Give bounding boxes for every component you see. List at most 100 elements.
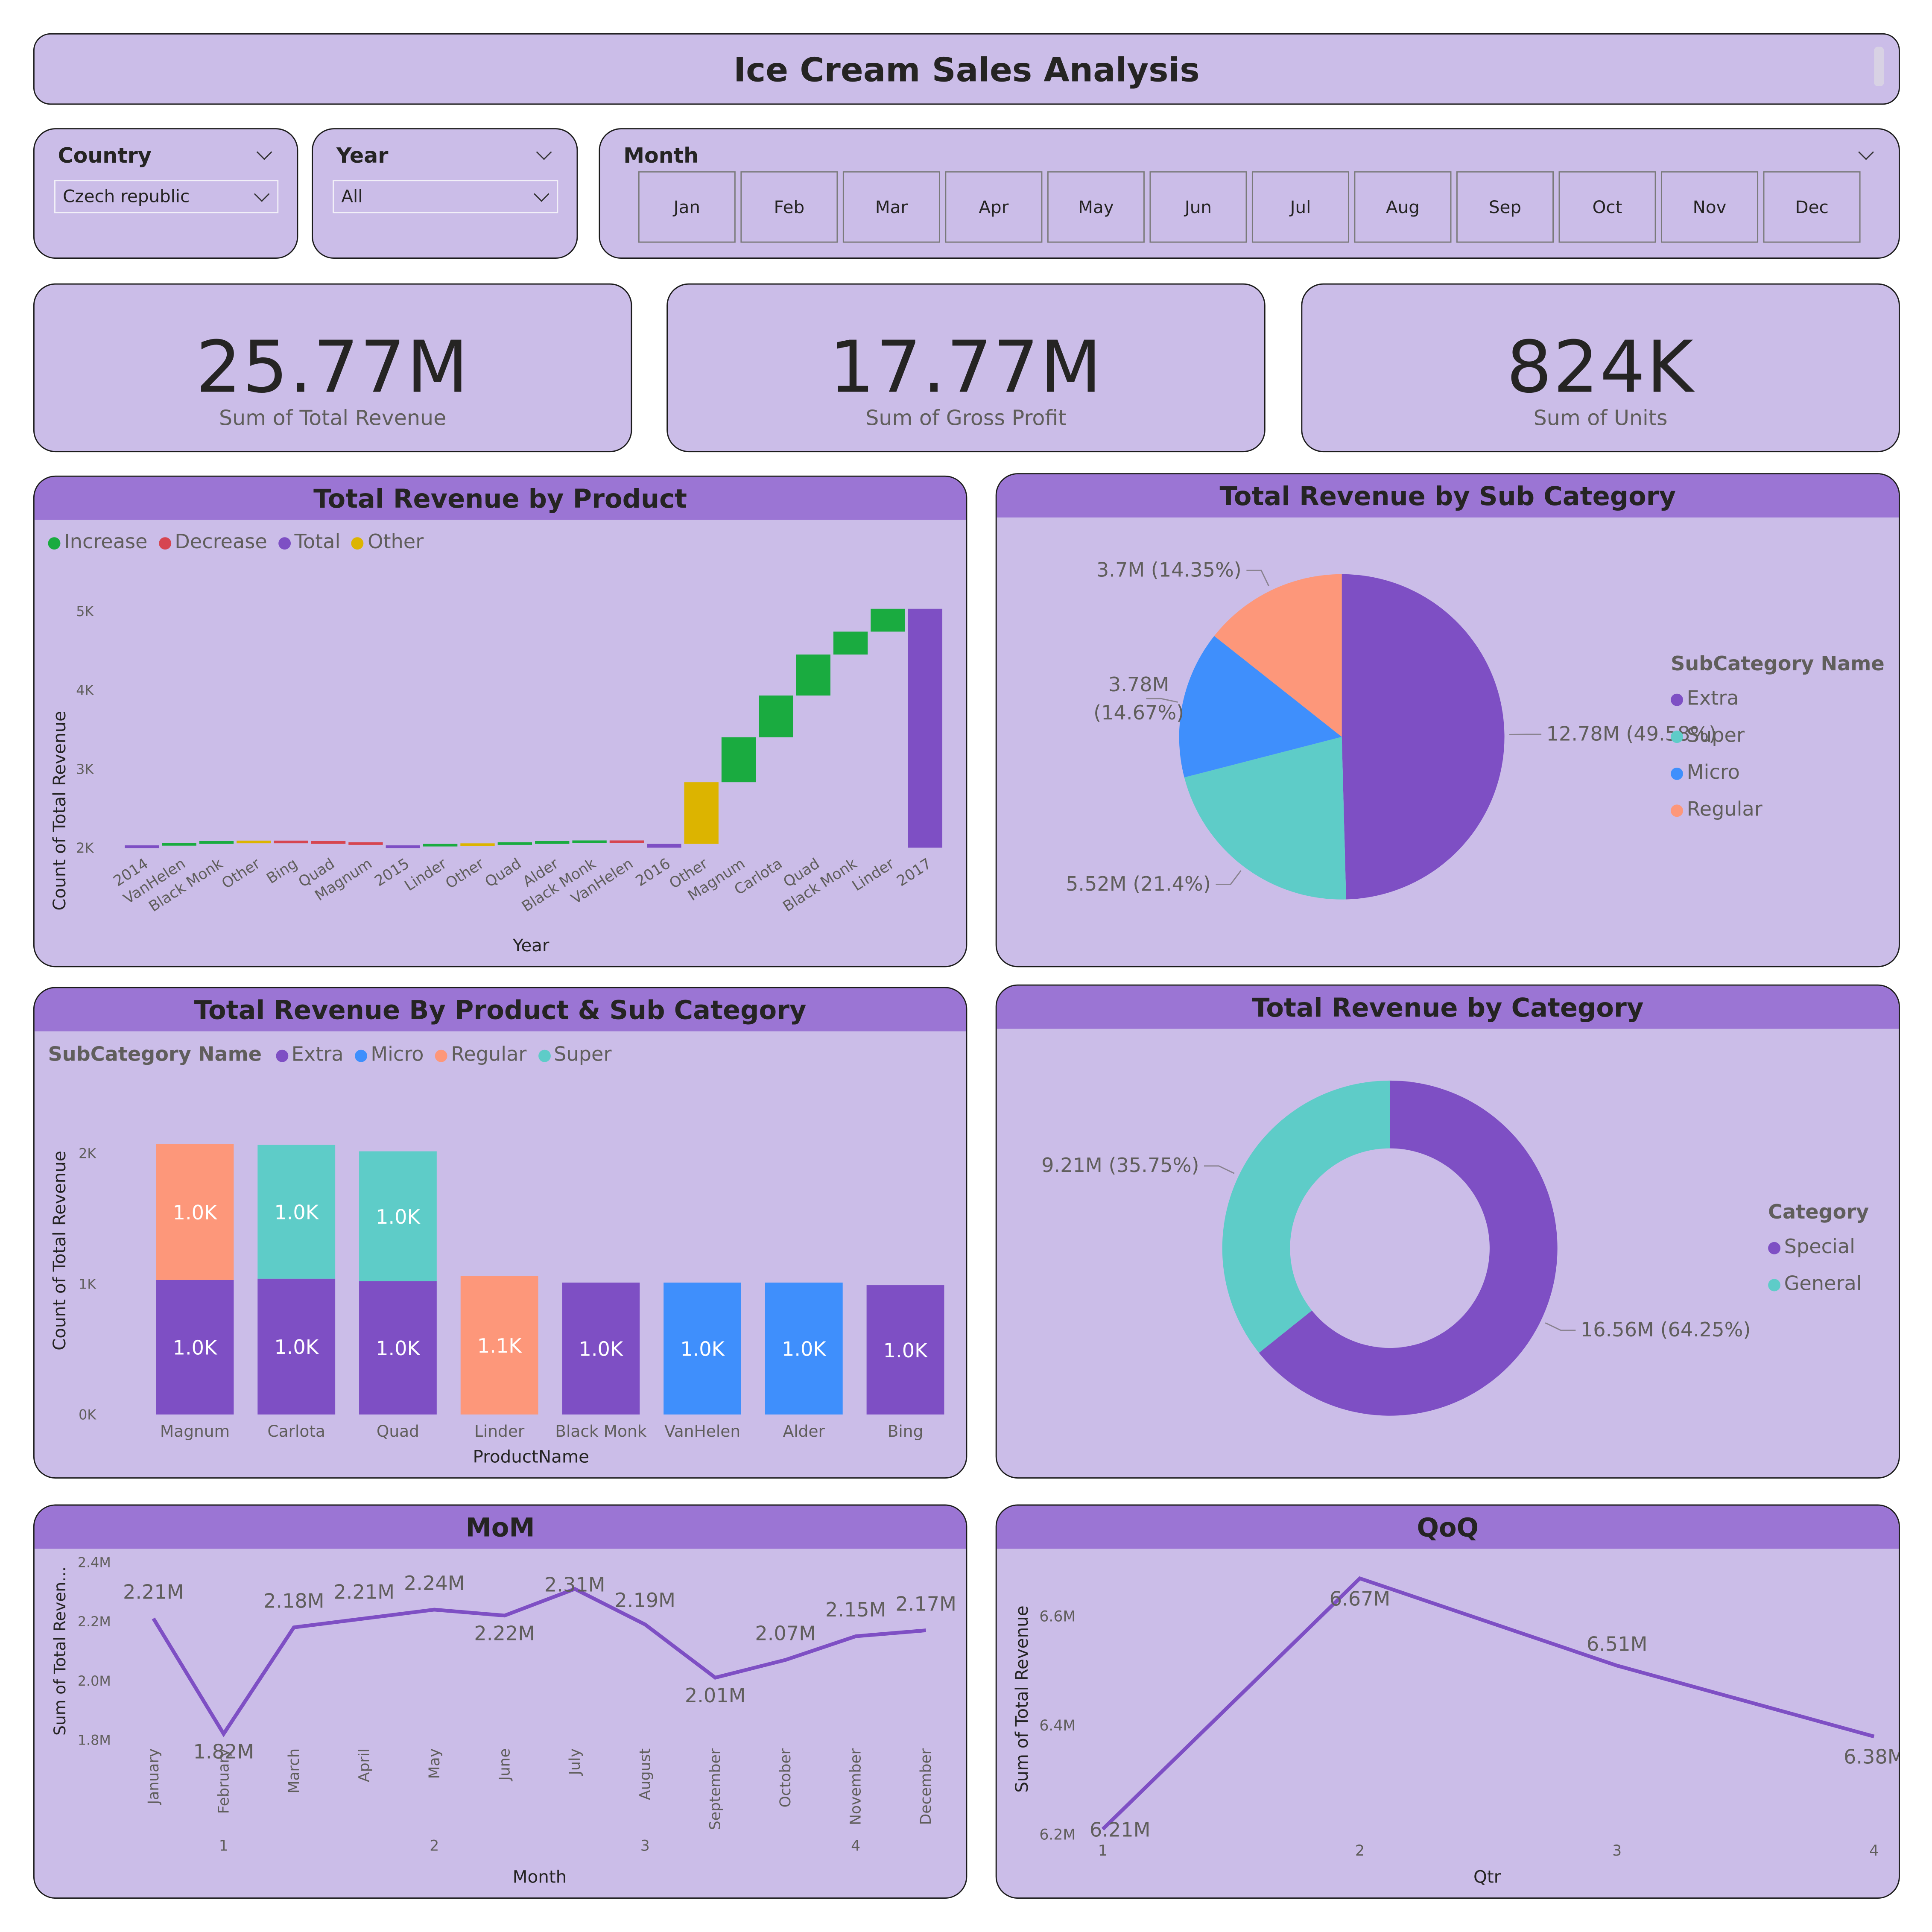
country-dropdown[interactable]: Czech republic — [54, 180, 279, 213]
data-label: 6.38M — [1844, 1745, 1900, 1768]
legend-item-special[interactable]: Special — [1768, 1228, 1869, 1266]
waterfall-bar — [833, 631, 868, 655]
data-label: 1.0K — [274, 1201, 319, 1224]
data-label: 2.21M — [123, 1581, 184, 1604]
kpi-card-gross-profit: 17.77M Sum of Gross Profit — [666, 283, 1266, 453]
y-tick-label: 6.6M — [1039, 1608, 1076, 1625]
x-tick-label: Carlota — [267, 1422, 325, 1441]
dashboard: Ice Cream Sales Analysis Country Czech r… — [0, 0, 1932, 1932]
legend-title: SubCategory Name — [1671, 652, 1885, 675]
waterfall-bar — [125, 845, 159, 848]
waterfall-bar — [237, 840, 271, 844]
category-donut-card: Total Revenue by Category 16.56M (64.25%… — [995, 984, 1900, 1479]
data-label: 2.31M — [544, 1573, 605, 1596]
month-button-jun[interactable]: Jun — [1149, 171, 1247, 243]
qoq-line-card: QoQ Sum of Total Revenue Qtr 6.2M 6.4M 6.6… — [995, 1504, 1900, 1899]
legend-item-super[interactable]: Super — [1671, 717, 1885, 754]
data-label: 2.19M — [614, 1589, 675, 1612]
quarter-label: 3 — [640, 1837, 650, 1854]
x-tick-label: August — [637, 1748, 654, 1800]
month-button-may[interactable]: May — [1047, 171, 1145, 243]
month-slicer: Month Jan Feb Mar Apr May Jun Jul Aug Se… — [599, 128, 1900, 259]
x-tick-label: Linder — [402, 855, 450, 894]
mom-line-plot[interactable]: Sum of Total Reven... Month 1.8M 2.0M 2.2M… — [35, 1505, 967, 1899]
data-label: 9.21M (35.75%) — [1041, 1154, 1199, 1177]
y-tick-label: 4K — [76, 683, 94, 699]
x-tick-label: Linder — [849, 855, 897, 894]
kpi-label: Sum of Units — [1533, 406, 1668, 432]
legend-item-general[interactable]: General — [1768, 1266, 1869, 1303]
year-slicer-title: Year — [336, 144, 389, 169]
month-button-aug[interactable]: Aug — [1354, 171, 1452, 243]
x-tick-label: Bing — [263, 855, 301, 888]
year-dropdown[interactable]: All — [333, 180, 558, 213]
category-donut-plot[interactable]: 16.56M (64.25%) 9.21M (35.75%) — [997, 986, 1900, 1479]
month-button-dec[interactable]: Dec — [1763, 171, 1861, 243]
data-label: 3.78M — [1108, 673, 1169, 696]
month-button-oct[interactable]: Oct — [1558, 171, 1656, 243]
stacked-bar-card: Total Revenue By Product & Sub Category … — [33, 987, 967, 1479]
qoq-line-plot[interactable]: Sum of Total Revenue Qtr 6.2M 6.4M 6.6M 6.2… — [997, 1505, 1900, 1899]
subcategory-pie-card: Total Revenue by Sub Category 12.78M (49… — [995, 473, 1900, 967]
waterfall-bar — [684, 782, 719, 844]
x-tick-label: May — [426, 1748, 443, 1779]
pie-slice-extra — [1342, 574, 1505, 900]
kpi-value: 25.77M — [196, 325, 470, 409]
x-tick-label: 3 — [1612, 1842, 1622, 1859]
waterfall-bar — [274, 840, 308, 844]
legend-title: Category — [1768, 1200, 1869, 1224]
x-tick-label: 2 — [1355, 1842, 1365, 1859]
x-axis-title: Year — [512, 935, 549, 956]
waterfall-bar — [796, 654, 830, 696]
x-tick-label: 2016 — [633, 855, 674, 890]
y-tick-label: 5K — [76, 604, 94, 620]
y-tick-label: 6.2M — [1039, 1826, 1076, 1843]
month-button-feb[interactable]: Feb — [740, 171, 838, 243]
scroll-handle[interactable] — [1874, 47, 1884, 87]
waterfall-bar — [386, 845, 420, 848]
chevron-down-icon[interactable] — [1858, 144, 1874, 160]
x-tick-label: February — [215, 1748, 232, 1814]
data-label: 1.0K — [579, 1338, 624, 1361]
month-button-apr[interactable]: Apr — [945, 171, 1043, 243]
legend-item-micro[interactable]: Micro — [1671, 754, 1885, 791]
waterfall-bar — [199, 841, 234, 844]
waterfall-plot[interactable]: Count of Total Revenue Year 2K3K4K5K2014… — [35, 477, 967, 967]
month-button-sep[interactable]: Sep — [1456, 171, 1554, 243]
legend-item-extra[interactable]: Extra — [1671, 680, 1885, 717]
x-axis-title: ProductName — [473, 1446, 590, 1467]
country-slicer-title: Country — [58, 144, 152, 169]
stacked-bar-plot[interactable]: Count of Total Revenue ProductName 0K 1K 2… — [35, 988, 967, 1479]
waterfall-bar — [162, 843, 196, 846]
data-label: 2.18M — [263, 1589, 324, 1612]
x-tick-label: March — [286, 1748, 303, 1794]
month-button-jul[interactable]: Jul — [1251, 171, 1349, 243]
data-label: 2.17M — [895, 1592, 956, 1615]
x-tick-label: 2017 — [894, 855, 935, 890]
data-label: 2.01M — [685, 1684, 746, 1707]
x-tick-label: October — [777, 1748, 794, 1807]
waterfall-bar — [721, 737, 756, 783]
y-tick-label: 2.4M — [78, 1555, 111, 1571]
kpi-label: Sum of Total Revenue — [219, 406, 447, 432]
month-button-jan[interactable]: Jan — [638, 171, 736, 243]
series-line — [1101, 1576, 1875, 1831]
data-label: 1.0K — [376, 1205, 421, 1228]
x-tick-label: Other — [443, 855, 488, 892]
legend-item-regular[interactable]: Regular — [1671, 791, 1885, 828]
data-label: 1.0K — [274, 1336, 319, 1359]
x-axis-title: Qtr — [1473, 1867, 1501, 1887]
waterfall-bar — [647, 844, 681, 848]
x-tick-label: Linder — [474, 1422, 525, 1441]
data-label: 1.0K — [680, 1338, 725, 1361]
data-label: 1.0K — [782, 1338, 827, 1361]
x-tick-label: Quad — [482, 855, 524, 891]
month-button-mar[interactable]: Mar — [842, 171, 940, 243]
waterfall-bar — [759, 695, 793, 737]
chevron-down-icon[interactable] — [536, 144, 552, 160]
chevron-down-icon[interactable] — [256, 144, 272, 160]
x-tick-label: 1 — [1098, 1842, 1108, 1859]
month-button-nov[interactable]: Nov — [1661, 171, 1759, 243]
data-label: (14.67%) — [1093, 701, 1184, 724]
x-tick-label: Other — [219, 855, 263, 892]
